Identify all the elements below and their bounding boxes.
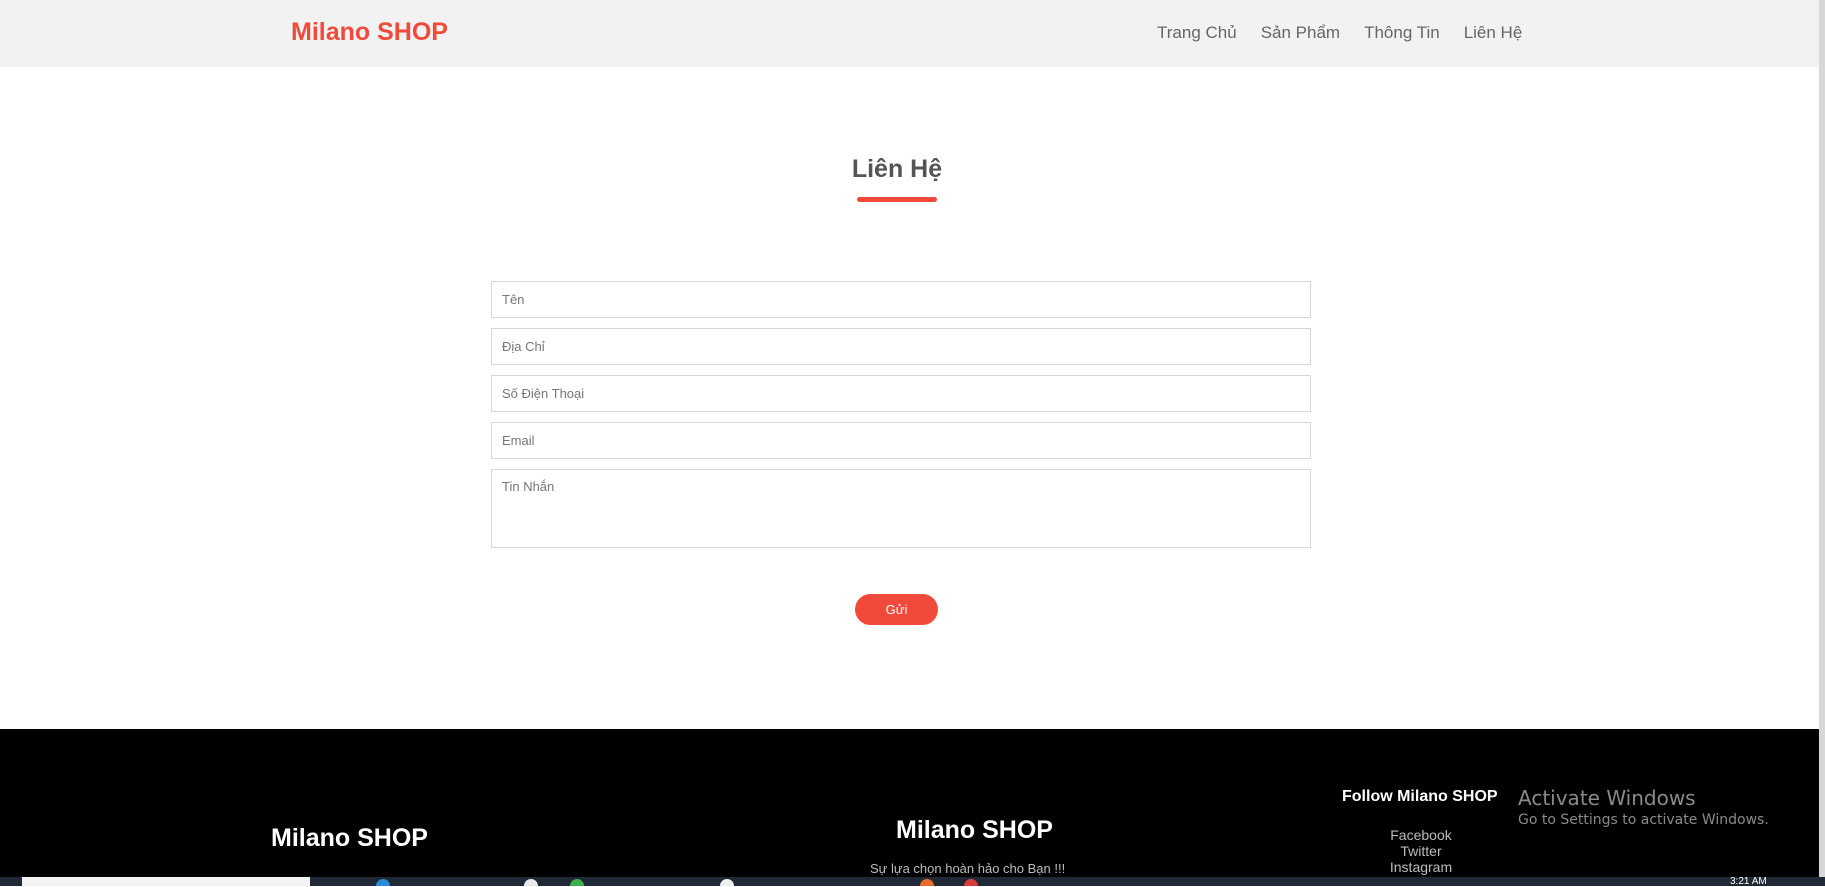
activate-windows-title: Activate Windows — [1518, 786, 1696, 810]
footer-tagline: Sự lựa chọn hoàn hảo cho Bạn !!! — [870, 861, 1066, 876]
taskbar-search-box[interactable] — [22, 877, 310, 886]
email-input[interactable] — [491, 422, 1311, 459]
footer-logo-center: Milano SHOP — [896, 816, 1053, 844]
name-input[interactable] — [491, 281, 1311, 318]
nav-products[interactable]: Sản Phẩm — [1261, 23, 1340, 43]
footer-follow-title: Follow Milano SHOP — [1342, 788, 1498, 805]
store-icon[interactable] — [570, 879, 584, 886]
taskbar-clock[interactable]: 3:21 AM — [1730, 877, 1767, 887]
scrollbar-thumb[interactable] — [1819, 0, 1825, 877]
browser-active-icon[interactable] — [964, 879, 978, 886]
message-textarea[interactable] — [491, 469, 1311, 548]
title-underline — [857, 197, 937, 202]
app-icon[interactable] — [920, 879, 934, 886]
notepad-icon[interactable] — [720, 879, 734, 886]
chrome-icon[interactable] — [524, 879, 538, 886]
footer-social-links: Facebook Twitter Instagram — [1342, 827, 1500, 875]
site-logo[interactable]: Milano SHOP — [291, 18, 448, 47]
nav-home[interactable]: Trang Chủ — [1157, 23, 1237, 43]
facebook-link[interactable]: Facebook — [1342, 827, 1500, 843]
twitter-link[interactable]: Twitter — [1342, 843, 1500, 859]
address-input[interactable] — [491, 328, 1311, 365]
edge-icon[interactable] — [376, 879, 390, 886]
instagram-link[interactable]: Instagram — [1342, 859, 1500, 875]
page-title: Liên Hệ — [851, 155, 943, 183]
page-scrollbar[interactable] — [1819, 0, 1825, 877]
activate-windows-subtitle: Go to Settings to activate Windows. — [1518, 812, 1769, 828]
main-nav: Trang Chủ Sản Phẩm Thông Tin Liên Hệ — [1157, 23, 1546, 43]
footer-logo-left: Milano SHOP — [271, 824, 428, 852]
phone-input[interactable] — [491, 375, 1311, 412]
nav-about[interactable]: Thông Tin — [1364, 23, 1440, 43]
submit-button[interactable]: Gửi — [855, 594, 938, 625]
nav-contact[interactable]: Liên Hệ — [1464, 23, 1523, 43]
